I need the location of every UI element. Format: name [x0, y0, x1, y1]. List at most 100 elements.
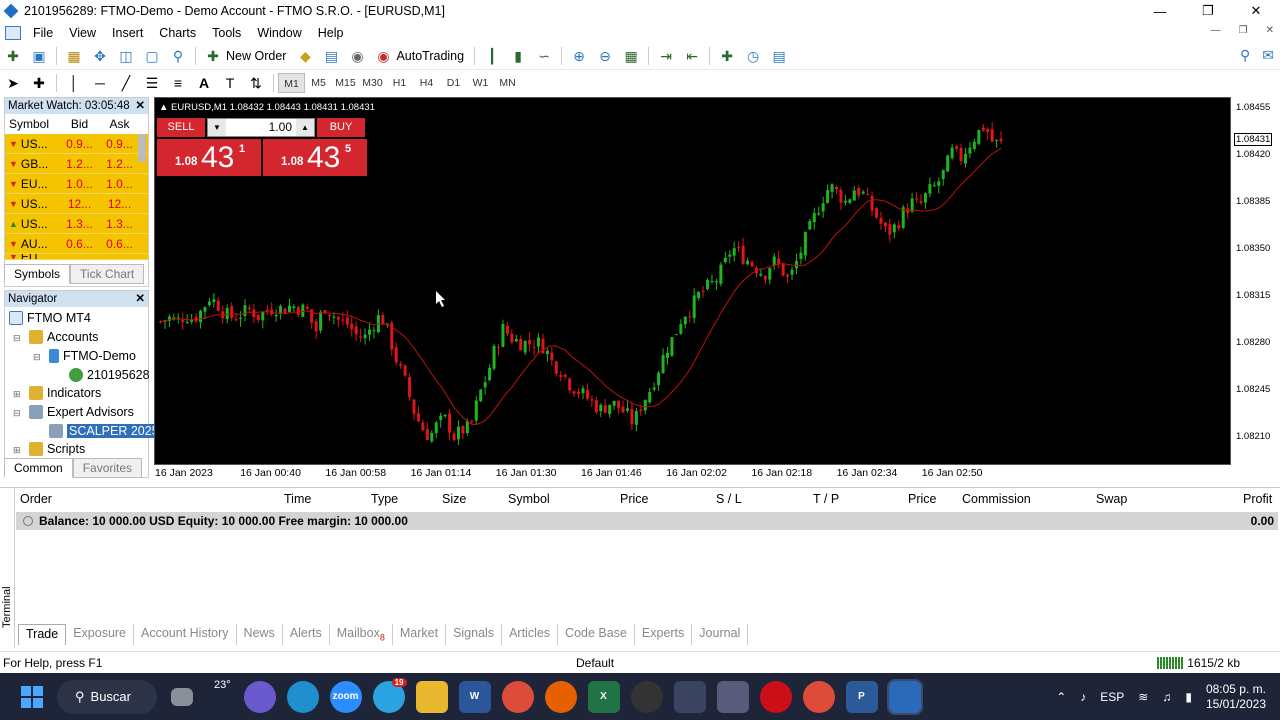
tab-news[interactable]: News: [237, 624, 283, 645]
tab-alerts[interactable]: Alerts: [283, 624, 330, 645]
col-price[interactable]: Price: [620, 492, 648, 506]
nav-item-account-number[interactable]: 210195628: [69, 368, 150, 382]
candlesticks-icon[interactable]: ▮: [508, 47, 528, 65]
obs-icon[interactable]: [630, 680, 663, 713]
col-time[interactable]: Time: [284, 492, 311, 506]
weather-widget[interactable]: 23°: [202, 679, 234, 713]
tab-journal[interactable]: Journal: [692, 624, 749, 645]
search-icon[interactable]: ⚲: [1240, 47, 1250, 64]
timeframe-mn[interactable]: MN: [494, 73, 521, 93]
timeframe-m1[interactable]: M1: [278, 73, 305, 93]
navigator-icon[interactable]: ◫: [116, 47, 136, 65]
market-watch-row[interactable]: ▼EU...0.8...0.8...: [5, 254, 148, 260]
time-axis[interactable]: 16 Jan 2023 16 Jan 00:40 16 Jan 00:58 16 Ja…: [154, 465, 1231, 485]
column-ask[interactable]: Ask: [102, 114, 137, 134]
trendline-icon[interactable]: ╱: [116, 74, 136, 92]
child-close-button[interactable]: ✕: [1266, 25, 1274, 36]
vertical-line-icon[interactable]: │: [64, 74, 84, 92]
buy-button[interactable]: BUY: [317, 118, 365, 137]
file-explorer-icon[interactable]: [415, 680, 448, 713]
zoom-in-icon[interactable]: ⊕: [569, 47, 589, 65]
channel-icon[interactable]: ☰: [142, 74, 162, 92]
app-p-icon[interactable]: P: [845, 680, 878, 713]
nav-item-indicators[interactable]: Indicators: [29, 386, 101, 400]
col-commission[interactable]: Commission: [962, 492, 1031, 506]
col-size[interactable]: Size: [442, 492, 466, 506]
chevron-up-icon[interactable]: ⌃: [1056, 690, 1066, 704]
signals-icon[interactable]: ◉: [347, 47, 367, 65]
language-indicator[interactable]: ESP: [1100, 690, 1124, 704]
column-bid[interactable]: Bid: [57, 114, 102, 134]
menu-tools[interactable]: Tools: [204, 26, 249, 40]
col-symbol[interactable]: Symbol: [508, 492, 550, 506]
timeframe-m15[interactable]: M15: [332, 73, 359, 93]
periods-icon[interactable]: ◷: [743, 47, 763, 65]
collapse-icon[interactable]: ⊟: [13, 408, 21, 419]
column-symbol[interactable]: Symbol: [5, 114, 57, 134]
market-watch-row[interactable]: ▼ US... 0.9... 0.9...: [5, 134, 148, 154]
menu-file[interactable]: File: [25, 26, 61, 40]
fibonacci-icon[interactable]: ≡: [168, 74, 188, 92]
tab-common[interactable]: Common: [4, 458, 73, 478]
scrollbar[interactable]: [138, 134, 146, 162]
app-icon[interactable]: [673, 680, 706, 713]
crosshair-icon[interactable]: ✚: [29, 74, 49, 92]
expand-icon[interactable]: ⊞: [13, 389, 21, 400]
new-order-button[interactable]: New Order: [226, 49, 286, 63]
tab-exposure[interactable]: Exposure: [66, 624, 135, 645]
chat-icon[interactable]: ✉: [1262, 47, 1274, 64]
maximize-button[interactable]: ❐: [1184, 0, 1232, 22]
col-profit[interactable]: Profit: [1243, 492, 1272, 506]
arrows-icon[interactable]: ⇅: [246, 74, 266, 92]
autotrading-button[interactable]: AutoTrading: [396, 49, 464, 63]
new-order-icon[interactable]: ✚: [203, 47, 223, 65]
price-axis[interactable]: 1.08455 1.08420 1.08385 1.08350 1.08315 1.082…: [1231, 97, 1280, 465]
chrome-icon[interactable]: [501, 680, 534, 713]
child-restore-button[interactable]: ❐: [1239, 25, 1248, 36]
collapse-icon[interactable]: ⊟: [13, 333, 21, 344]
minimize-button[interactable]: —: [1136, 0, 1184, 22]
microphone-icon[interactable]: ♪: [1080, 690, 1086, 704]
teams-chat-icon[interactable]: [243, 680, 276, 713]
market-watch-icon[interactable]: ▦: [64, 47, 84, 65]
timeframe-h4[interactable]: H4: [413, 73, 440, 93]
close-icon[interactable]: ✕: [135, 98, 145, 114]
tab-signals[interactable]: Signals: [446, 624, 503, 645]
nav-item-scripts[interactable]: Scripts: [29, 442, 85, 456]
nav-item-ftmo-demo[interactable]: FTMO-Demo: [49, 349, 136, 363]
auto-scroll-icon[interactable]: ⇥: [656, 47, 676, 65]
col-sl[interactable]: S / L: [716, 492, 742, 506]
tab-trade[interactable]: Trade: [18, 624, 67, 645]
timeframe-d1[interactable]: D1: [440, 73, 467, 93]
market-watch-row[interactable]: ▼ GB... 1.2... 1.2...: [5, 154, 148, 174]
expand-icon[interactable]: ⊞: [13, 445, 21, 456]
col-type[interactable]: Type: [371, 492, 398, 506]
chrome-profile-icon[interactable]: [802, 680, 835, 713]
tab-market[interactable]: Market: [393, 624, 447, 645]
telegram-icon[interactable]: 19: [372, 677, 407, 713]
menu-insert[interactable]: Insert: [104, 26, 151, 40]
menu-view[interactable]: View: [61, 26, 104, 40]
line-chart-icon[interactable]: ∽: [534, 47, 554, 65]
chevron-up-icon[interactable]: ▲: [296, 119, 314, 136]
menu-help[interactable]: Help: [310, 26, 352, 40]
chevron-down-icon[interactable]: ▼: [208, 119, 226, 136]
col-price-current[interactable]: Price: [908, 492, 936, 506]
metatrader-icon[interactable]: [886, 678, 923, 715]
volume-icon[interactable]: ♫: [1162, 690, 1171, 704]
wifi-icon[interactable]: ≋: [1138, 690, 1148, 704]
templates-icon[interactable]: ▤: [769, 47, 789, 65]
col-tp[interactable]: T / P: [813, 492, 839, 506]
collapse-icon[interactable]: ⊟: [33, 352, 41, 363]
battery-icon[interactable]: ▮: [1185, 690, 1192, 704]
meta-editor-icon[interactable]: ◆: [295, 47, 315, 65]
profiles-icon[interactable]: ▣: [29, 47, 49, 65]
taskbar-search[interactable]: ⚲ Buscar: [57, 679, 157, 714]
tab-mailbox[interactable]: Mailbox8: [330, 624, 393, 645]
timeframe-w1[interactable]: W1: [467, 73, 494, 93]
col-swap[interactable]: Swap: [1096, 492, 1127, 506]
tab-articles[interactable]: Articles: [502, 624, 559, 645]
market-watch-row[interactable]: ▼ US... 12... 12...: [5, 194, 148, 214]
text-label-icon[interactable]: T: [220, 74, 240, 92]
excel-icon[interactable]: X: [587, 680, 620, 713]
